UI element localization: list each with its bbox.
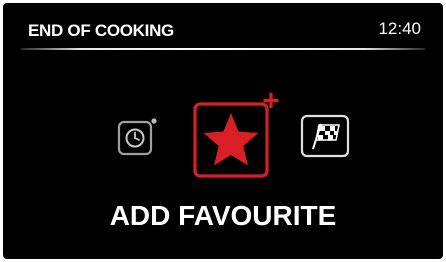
timer-clock-icon[interactable] — [116, 117, 160, 161]
clock-time: 12:40 — [378, 19, 421, 38]
header-divider — [21, 48, 425, 50]
oven-display: END OF COOKING 12:40 ADD FAVOURITE — [3, 3, 443, 259]
checkered-flag-icon[interactable] — [299, 113, 353, 161]
star-plus-icon[interactable] — [191, 91, 285, 183]
selected-option-label: ADD FAVOURITE — [109, 200, 337, 231]
screen-title: END OF COOKING — [28, 21, 174, 40]
